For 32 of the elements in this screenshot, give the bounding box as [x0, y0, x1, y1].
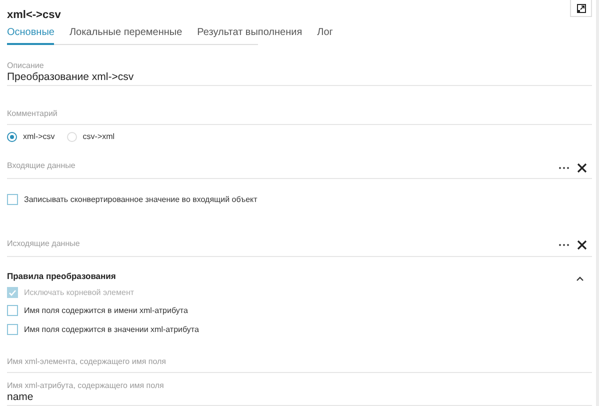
tab[interactable]: Основные — [7, 24, 54, 46]
more-icon — [559, 244, 569, 246]
close-icon — [577, 162, 587, 173]
clear-button[interactable] — [577, 162, 587, 173]
field-label: Имя xml-атрибута, содержащего имя поля — [7, 381, 165, 390]
input-field[interactable]: Преобразование xml->csv — [7, 70, 592, 83]
more-button[interactable] — [559, 166, 569, 169]
radio-label: csv->xml — [82, 132, 115, 142]
checkbox-label: Записывать сконвертированное значение во входящий объект — [24, 194, 258, 204]
checkbox-label: Имя поля содержится в имени xml-атрибута — [24, 306, 188, 316]
tab[interactable]: Результат выполнения — [197, 24, 302, 46]
section-title: Правила преобразования — [7, 271, 116, 282]
window-title: xml<->csv — [7, 9, 61, 23]
checkbox-label: Имя поля содержится в значении xml-атрибута — [24, 325, 199, 334]
field-label: Описание — [7, 60, 45, 70]
close-icon — [577, 240, 587, 250]
expand-icon — [576, 4, 586, 12]
tab[interactable]: Локальные переменные — [69, 24, 182, 46]
checkbox[interactable] — [7, 305, 18, 316]
more-icon — [559, 166, 569, 169]
input-field[interactable]: name — [7, 391, 592, 403]
checkbox[interactable] — [7, 324, 18, 336]
radio-button[interactable] — [7, 132, 17, 142]
tab[interactable]: Лог — [317, 24, 333, 46]
collapse-button[interactable] — [576, 276, 584, 282]
expand-button[interactable] — [570, 0, 592, 17]
radio-label: xml->csv — [23, 132, 55, 142]
more-button[interactable] — [559, 244, 569, 246]
clear-button[interactable] — [577, 240, 587, 250]
checkbox[interactable] — [7, 194, 18, 205]
checkbox-label: Исключать корневой элемент — [24, 288, 134, 298]
chevron-icon — [576, 276, 584, 282]
